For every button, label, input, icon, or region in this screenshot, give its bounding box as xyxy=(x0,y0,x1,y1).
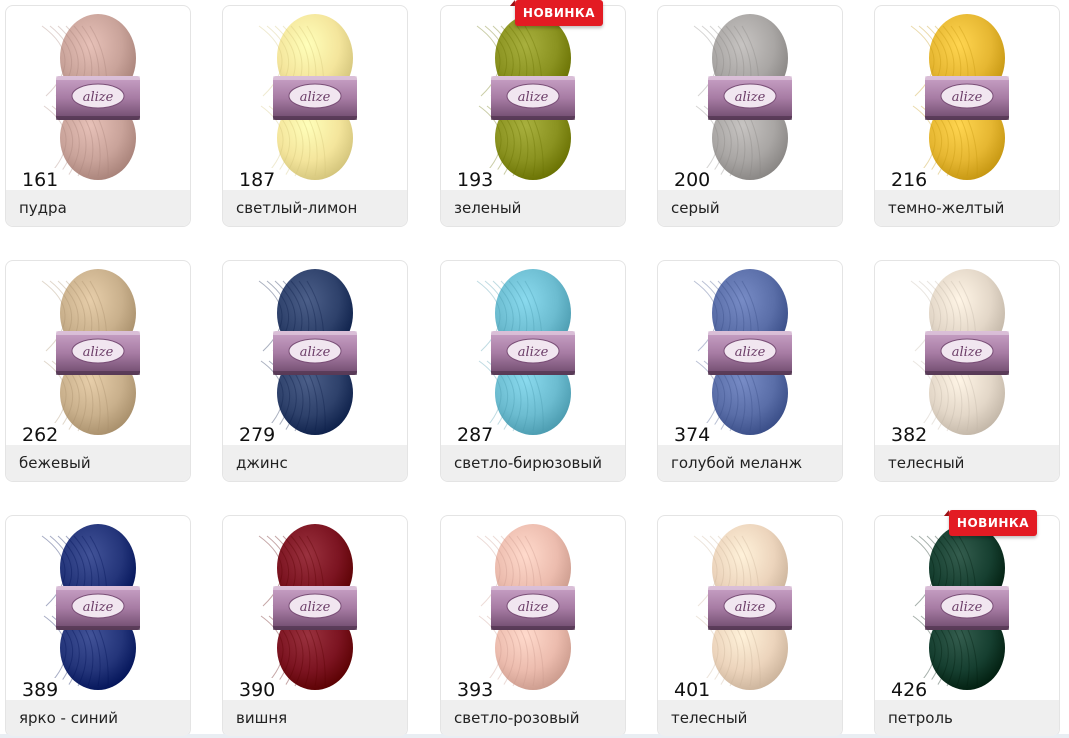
svg-text:alize: alize xyxy=(300,345,331,360)
yarn-skein-image[interactable]: alize xyxy=(223,516,407,700)
svg-text:alize: alize xyxy=(300,600,331,615)
color-code: 262 xyxy=(20,423,73,447)
svg-text:alize: alize xyxy=(83,345,114,360)
yarn-skein-image[interactable]: alize xyxy=(6,261,190,445)
yarn-skein-image[interactable]: alize xyxy=(441,261,625,445)
yarn-skein-image[interactable]: alize xyxy=(875,6,1059,190)
color-name[interactable]: телесный xyxy=(658,700,842,736)
yarn-skein-image[interactable]: alize xyxy=(875,261,1059,445)
svg-text:alize: alize xyxy=(952,90,983,105)
color-code: 287 xyxy=(455,423,508,447)
svg-text:alize: alize xyxy=(735,90,766,105)
svg-text:alize: alize xyxy=(83,600,114,615)
yarn-skein-image[interactable]: alize xyxy=(6,516,190,700)
color-name[interactable]: ярко - синий xyxy=(6,700,190,736)
yarn-skein-image[interactable]: alize xyxy=(658,516,842,700)
color-name[interactable]: светлый-лимон xyxy=(223,190,407,226)
product-card[interactable]: alize 374 голубой меланж xyxy=(657,260,843,482)
color-name[interactable]: голубой меланж xyxy=(658,445,842,481)
color-code: 374 xyxy=(672,423,725,447)
product-card[interactable]: alize 390 вишня xyxy=(222,515,408,737)
color-name[interactable]: серый xyxy=(658,190,842,226)
new-badge: НОВИНКА xyxy=(514,0,603,26)
product-card[interactable]: alize 389 ярко - синий xyxy=(5,515,191,737)
product-card[interactable]: alize 187 светлый-лимон xyxy=(222,5,408,227)
color-code: 382 xyxy=(889,423,942,447)
product-card[interactable]: alize 193 зеленый НОВИНКА xyxy=(440,0,626,227)
color-name[interactable]: светло-бирюзовый xyxy=(441,445,625,481)
product-card[interactable]: alize 216 темно-желтый xyxy=(874,5,1060,227)
svg-text:alize: alize xyxy=(300,90,331,105)
color-name[interactable]: вишня xyxy=(223,700,407,736)
yarn-skein-image[interactable]: alize xyxy=(223,261,407,445)
yarn-skein-image[interactable]: alize xyxy=(441,516,625,700)
color-code: 193 xyxy=(455,168,508,192)
svg-text:alize: alize xyxy=(735,345,766,360)
yarn-skein-image[interactable]: alize xyxy=(875,516,1059,700)
product-card[interactable]: alize 382 телесный xyxy=(874,260,1060,482)
color-name[interactable]: петроль xyxy=(875,700,1059,736)
color-name[interactable]: зеленый xyxy=(441,190,625,226)
svg-text:alize: alize xyxy=(518,345,549,360)
svg-text:alize: alize xyxy=(952,345,983,360)
product-card[interactable]: alize 393 светло-розовый xyxy=(440,515,626,737)
product-card[interactable]: alize 161 пудра xyxy=(5,5,191,227)
color-name[interactable]: пудра xyxy=(6,190,190,226)
yarn-skein-image[interactable]: alize xyxy=(658,6,842,190)
product-card[interactable]: alize 287 светло-бирюзовый xyxy=(440,260,626,482)
color-code: 200 xyxy=(672,168,725,192)
color-code: 389 xyxy=(20,678,73,702)
color-name[interactable]: телесный xyxy=(875,445,1059,481)
color-name[interactable]: темно-желтый xyxy=(875,190,1059,226)
color-name[interactable]: джинс xyxy=(223,445,407,481)
product-card[interactable]: alize 200 серый xyxy=(657,5,843,227)
svg-text:alize: alize xyxy=(518,600,549,615)
color-code: 390 xyxy=(237,678,290,702)
color-code: 216 xyxy=(889,168,942,192)
product-grid: alize 161 пудра alize 187 светлый-лимон alize 1… xyxy=(0,0,1069,738)
color-code: 401 xyxy=(672,678,725,702)
color-name[interactable]: бежевый xyxy=(6,445,190,481)
product-card[interactable]: alize 426 петроль НОВИНКА xyxy=(874,510,1060,737)
product-card[interactable]: alize 401 телесный xyxy=(657,515,843,737)
color-code: 426 xyxy=(889,678,942,702)
color-code: 279 xyxy=(237,423,290,447)
svg-text:alize: alize xyxy=(735,600,766,615)
color-name[interactable]: светло-розовый xyxy=(441,700,625,736)
yarn-skein-image[interactable]: alize xyxy=(441,6,625,190)
svg-text:alize: alize xyxy=(518,90,549,105)
color-code: 187 xyxy=(237,168,290,192)
product-card[interactable]: alize 262 бежевый xyxy=(5,260,191,482)
svg-text:alize: alize xyxy=(952,600,983,615)
color-code: 393 xyxy=(455,678,508,702)
yarn-skein-image[interactable]: alize xyxy=(658,261,842,445)
new-badge: НОВИНКА xyxy=(948,510,1037,536)
yarn-skein-image[interactable]: alize xyxy=(6,6,190,190)
svg-text:alize: alize xyxy=(83,90,114,105)
product-card[interactable]: alize 279 джинс xyxy=(222,260,408,482)
color-code: 161 xyxy=(20,168,73,192)
yarn-skein-image[interactable]: alize xyxy=(223,6,407,190)
